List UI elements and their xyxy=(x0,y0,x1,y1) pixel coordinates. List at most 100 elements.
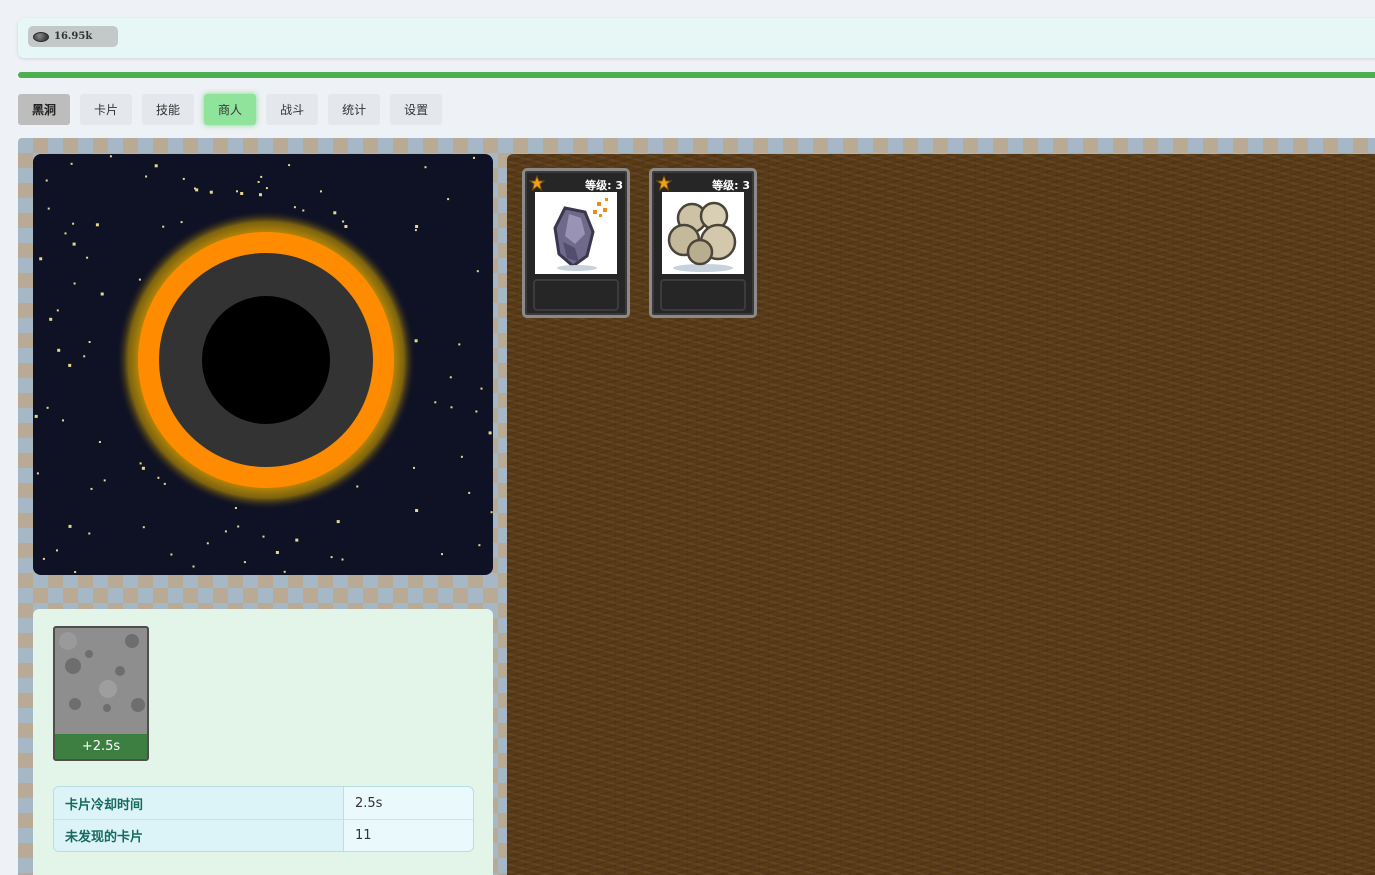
star-dot xyxy=(162,225,165,228)
star-dot xyxy=(163,482,166,485)
star-dot xyxy=(49,317,53,321)
card-board[interactable]: 等级: 3 等级: 3 xyxy=(507,154,1375,875)
star-dot xyxy=(46,406,49,409)
star-dot xyxy=(257,181,260,183)
card-timer: +2.5s xyxy=(55,734,147,759)
star-dot xyxy=(154,164,158,168)
star-dot xyxy=(206,542,209,545)
star-dot xyxy=(83,355,86,358)
star-dot xyxy=(62,419,64,422)
star-dot xyxy=(95,223,99,227)
main-tabs: 黑洞 卡片 技能 商人 战斗 统计 设置 xyxy=(18,94,443,125)
star-dot xyxy=(42,557,45,560)
black-hole-view[interactable] xyxy=(33,154,493,575)
star-dot xyxy=(342,220,345,223)
star-dot xyxy=(209,190,213,194)
star-dot xyxy=(468,491,471,494)
star-dot xyxy=(180,221,183,224)
tab-black-hole[interactable]: 黑洞 xyxy=(18,94,71,125)
star-dot xyxy=(447,198,450,201)
star-dot xyxy=(283,570,286,573)
star-dot xyxy=(450,406,453,409)
star-dot xyxy=(265,187,268,190)
star-dot xyxy=(88,532,91,535)
star-dot xyxy=(68,363,72,367)
stat-value: 11 xyxy=(355,828,372,843)
star-dot xyxy=(478,544,481,547)
star-dot xyxy=(288,164,291,167)
ore-crystal-icon xyxy=(535,192,617,274)
star-dot xyxy=(413,466,415,469)
star-dot xyxy=(260,175,263,178)
stat-label: 卡片冷却时间 xyxy=(54,787,344,819)
star-dot xyxy=(295,538,299,542)
star-dot xyxy=(333,211,337,215)
star-dot xyxy=(460,455,463,458)
tab-battle[interactable]: 战斗 xyxy=(266,94,319,125)
star-dot xyxy=(293,206,296,209)
star-dot xyxy=(72,222,75,225)
star-dot xyxy=(182,177,185,180)
star-dot xyxy=(36,472,39,475)
star-dot xyxy=(100,292,104,296)
star-dot xyxy=(275,551,279,554)
stat-label: 未发现的卡片 xyxy=(54,820,344,851)
star-dot xyxy=(330,556,333,559)
star-dot xyxy=(236,190,238,193)
star-dot xyxy=(192,565,195,568)
star-dot xyxy=(103,479,106,482)
star-dot xyxy=(449,376,452,379)
tab-statistics[interactable]: 统计 xyxy=(328,94,381,125)
star-dot xyxy=(86,256,89,259)
tab-cards[interactable]: 卡片 xyxy=(80,94,133,125)
star-dot xyxy=(473,156,475,159)
star-dot xyxy=(458,343,461,346)
rock-pile-icon xyxy=(662,192,744,274)
board-card[interactable]: 等级: 3 xyxy=(649,168,757,318)
star-dot xyxy=(414,229,417,232)
star-dot xyxy=(302,209,305,212)
star-dot xyxy=(259,193,262,197)
star-dot xyxy=(475,410,478,413)
star-dot xyxy=(243,561,246,564)
star-dot xyxy=(415,225,419,228)
star-dot xyxy=(47,207,50,210)
star-dot xyxy=(56,549,58,552)
card-frame xyxy=(533,279,619,311)
star-dot xyxy=(434,401,437,404)
star-dot xyxy=(490,511,493,514)
tab-skills[interactable]: 技能 xyxy=(142,94,195,125)
pending-card[interactable]: +2.5s xyxy=(53,626,149,761)
star-dot xyxy=(57,348,61,352)
star-dot xyxy=(142,526,145,529)
star-dot xyxy=(415,509,419,512)
tab-settings[interactable]: 设置 xyxy=(390,94,443,125)
star-dot xyxy=(476,270,479,273)
star-dot xyxy=(240,192,244,195)
board-card[interactable]: 等级: 3 xyxy=(522,168,630,318)
star-dot xyxy=(237,525,240,528)
star-dot xyxy=(356,485,359,488)
star-dot xyxy=(141,466,145,470)
black-hole-icon xyxy=(34,155,493,573)
star-dot xyxy=(344,225,348,228)
star-dot xyxy=(56,309,59,312)
star-dot xyxy=(64,232,67,235)
star-dot xyxy=(262,535,265,538)
table-row: 未发现的卡片 11 xyxy=(54,819,473,851)
star-dot xyxy=(139,462,142,465)
star-dot xyxy=(70,162,73,165)
star-dot xyxy=(34,414,38,418)
card-level: 等级: 3 xyxy=(585,179,623,192)
stone-icon xyxy=(33,31,49,42)
star-dot xyxy=(68,524,72,528)
star-dot xyxy=(234,507,237,509)
resource-bar: 16.95k xyxy=(18,18,1375,58)
star-dot xyxy=(414,339,418,343)
star-dot xyxy=(441,553,443,556)
star-dot xyxy=(424,166,427,169)
star-dot xyxy=(98,441,101,443)
progress-bar xyxy=(18,72,1375,78)
tab-merchant[interactable]: 商人 xyxy=(204,94,257,125)
star-dot xyxy=(88,341,91,343)
